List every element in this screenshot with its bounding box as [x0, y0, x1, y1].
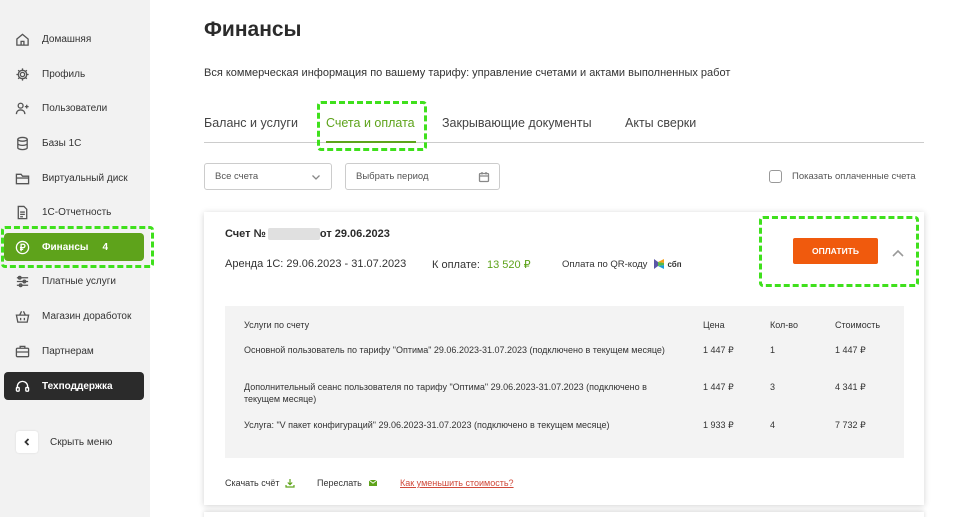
chevron-down-icon	[312, 175, 320, 180]
invoice-amount: К оплате: 13 520 ₽	[432, 258, 531, 271]
sidebar-item-label: Финансы	[42, 241, 89, 253]
table-row-total: 4 341 ₽	[835, 382, 866, 392]
tab-balance[interactable]: Баланс и услуги	[204, 116, 298, 130]
sidebar-item-partners[interactable]: Партнерам	[4, 337, 144, 365]
invoice-title-prefix: Счет №	[225, 228, 266, 240]
sbp-label: сбп	[667, 259, 682, 269]
sidebar-item-label: Платные услуги	[42, 275, 116, 287]
pay-button[interactable]: ОПЛАТИТЬ	[793, 238, 878, 264]
forward-label: Переслать	[317, 478, 362, 488]
show-paid-label: Показать оплаченные счета	[792, 171, 916, 182]
chevron-left-icon	[16, 431, 38, 453]
sidebar-item-label: Профиль	[42, 68, 86, 80]
sidebar-item-virtual-disk[interactable]: Виртуальный диск	[4, 164, 144, 192]
forward-invoice-link[interactable]: Переслать	[317, 478, 378, 488]
gear-icon	[14, 66, 30, 82]
sidebar-item-profile[interactable]: Профиль	[4, 60, 144, 88]
amount-label: К оплате:	[432, 259, 480, 271]
sidebar-item-home[interactable]: Домашняя	[4, 25, 144, 53]
download-icon	[285, 479, 296, 488]
accounts-select[interactable]: Все счета	[204, 163, 332, 190]
sidebar-item-label: 1С-Отчетность	[42, 206, 112, 218]
table-row-price: 1 447 ₽	[703, 382, 734, 392]
ruble-coin-icon	[14, 239, 30, 255]
table-row-qty: 4	[770, 420, 776, 430]
invoice-period: Аренда 1С: 29.06.2023 - 31.07.2023	[225, 258, 407, 270]
column-header-service: Услуги по счету	[244, 320, 310, 330]
sidebar-item-users[interactable]: Пользователи	[4, 94, 144, 122]
table-row-service: Услуга: "V пакет конфигураций" 29.06.202…	[244, 420, 610, 430]
table-row-price: 1 933 ₽	[703, 420, 734, 430]
calendar-icon	[478, 172, 490, 183]
table-row-service: Дополнительный сеанс пользователя по тар…	[244, 382, 647, 404]
sidebar-item-store[interactable]: Магазин доработок	[4, 302, 144, 330]
table-row-service: Основной пользователь по тарифу "Оптима"…	[244, 345, 665, 355]
hide-menu-button[interactable]: Скрыть меню	[16, 431, 112, 453]
active-tab-indicator	[326, 141, 416, 143]
sidebar-item-databases[interactable]: Базы 1С	[4, 129, 144, 157]
tab-closing-documents[interactable]: Закрывающие документы	[442, 116, 592, 130]
sidebar-item-reporting[interactable]: 1С-Отчетность	[4, 198, 144, 226]
reduce-cost-link[interactable]: Как уменьшить стоимость?	[400, 478, 514, 488]
table-row-qty: 3	[770, 382, 776, 392]
headset-icon	[14, 378, 30, 394]
hide-menu-label: Скрыть меню	[50, 436, 113, 448]
sidebar-item-label: Магазин доработок	[42, 310, 132, 322]
period-picker[interactable]: Выбрать период	[345, 163, 500, 190]
show-paid-checkbox[interactable]: Показать оплаченные счета	[769, 170, 916, 183]
database-icon	[14, 135, 30, 151]
sbp-logo: сбп	[653, 258, 682, 270]
sliders-icon	[14, 273, 30, 289]
sidebar-item-label: Пользователи	[42, 102, 108, 114]
invoice-title-date: от 29.06.2023	[319, 228, 390, 240]
checkbox-box	[769, 170, 782, 183]
column-header-qty: Кол-во	[770, 320, 798, 330]
table-row-total: 7 732 ₽	[835, 420, 866, 430]
app: Домашняя Профиль Пользователи Базы 1С Ви…	[0, 0, 953, 517]
download-label: Скачать счёт	[225, 478, 280, 488]
sidebar-item-label: Домашняя	[42, 33, 92, 45]
mail-icon	[368, 479, 378, 486]
basket-icon	[14, 308, 30, 324]
accounts-select-value: Все счета	[215, 171, 259, 182]
sidebar-item-paid-services[interactable]: Платные услуги	[4, 267, 144, 295]
tabs-bar: Баланс и услуги Счета и оплата Закрывающ…	[204, 113, 924, 143]
briefcase-icon	[14, 343, 30, 359]
invoice-card: Счет № от 29.06.2023 Аренда 1С: 29.06.20…	[204, 212, 924, 505]
page-title: Финансы	[204, 18, 302, 41]
sidebar-item-finance[interactable]: Финансы 4	[4, 233, 144, 261]
sidebar-item-label: Виртуальный диск	[42, 172, 128, 184]
tab-invoices[interactable]: Счета и оплата	[326, 116, 415, 130]
column-header-total: Стоимость	[835, 320, 881, 330]
qr-payment-link[interactable]: Оплата по QR-коду сбп	[562, 258, 682, 270]
sidebar-item-support[interactable]: Техподдержка	[4, 372, 144, 400]
home-icon	[14, 31, 30, 47]
invoice-title: Счет № от 29.06.2023	[225, 228, 390, 240]
sidebar-item-label: Базы 1С	[42, 137, 82, 149]
sidebar-item-label: Техподдержка	[42, 380, 113, 392]
folder-icon	[14, 170, 30, 186]
invoice-number-redacted	[267, 228, 320, 240]
table-row-total: 1 447 ₽	[835, 345, 866, 355]
sbp-icon	[654, 259, 665, 269]
sidebar-item-label: Партнерам	[42, 345, 94, 357]
tab-reconciliation[interactable]: Акты сверки	[625, 116, 696, 130]
page-subtitle: Вся коммерческая информация по вашему та…	[204, 67, 731, 79]
chevron-up-icon	[892, 249, 904, 257]
period-picker-placeholder: Выбрать период	[356, 171, 429, 182]
collapse-button[interactable]	[891, 245, 905, 257]
table-row-price: 1 447 ₽	[703, 345, 734, 355]
sidebar: Домашняя Профиль Пользователи Базы 1С Ви…	[0, 0, 150, 517]
finance-count-badge: 4	[102, 241, 108, 253]
qr-label: Оплата по QR-коду	[562, 258, 648, 270]
document-icon	[14, 204, 30, 220]
services-table: Услуги по счету Цена Кол-во Стоимость Ос…	[225, 306, 904, 458]
table-row-qty: 1	[770, 345, 776, 355]
add-user-icon	[14, 100, 30, 116]
download-invoice-link[interactable]: Скачать счёт	[225, 478, 296, 488]
amount-value: 13 520 ₽	[486, 259, 531, 271]
column-header-price: Цена	[703, 320, 725, 330]
next-invoice-card	[204, 512, 924, 517]
